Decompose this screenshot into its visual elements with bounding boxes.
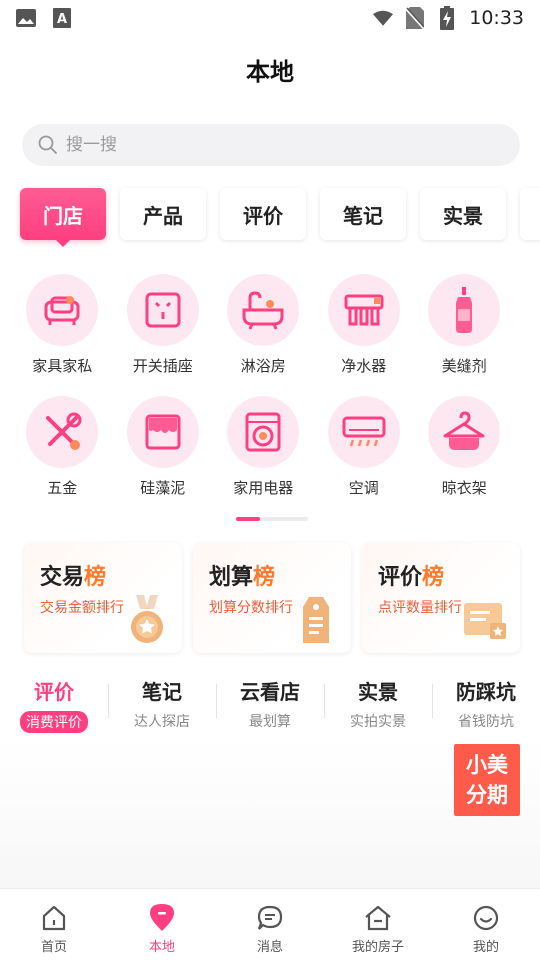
feature-tab-subtitle: 最划算 <box>249 714 291 730</box>
page-indicator-active <box>236 517 260 521</box>
ranking-cards: 交易榜 交易金额排行 划算榜 划算分数排行 评价榜 点评数量排行 <box>24 543 520 653</box>
grid-item-switch-socket[interactable]: 开关插座 <box>113 274 214 376</box>
font-notification-icon: A <box>52 8 72 28</box>
rank-card-value[interactable]: 划算榜 划算分数排行 <box>193 543 351 653</box>
tab-real-scenes[interactable]: 实景 <box>420 188 506 240</box>
tools-icon <box>26 396 99 468</box>
grid-page-indicator <box>236 517 308 521</box>
nav-label: 我的房子 <box>351 940 404 955</box>
grid-label: 晾衣架 <box>441 479 487 497</box>
tab-reviews[interactable]: 评价 <box>220 188 306 240</box>
tab-notes[interactable]: 笔记 <box>320 188 406 240</box>
wifi-icon <box>373 8 394 28</box>
home-icon <box>39 903 69 933</box>
tab-stores[interactable]: 门店 <box>20 188 106 247</box>
rank-title: 划算榜 <box>209 565 276 590</box>
nav-item-local[interactable]: 本地 <box>108 889 216 960</box>
grid-label: 家具家私 <box>32 357 93 375</box>
location-pin-icon <box>147 903 177 933</box>
sofa-icon <box>26 274 99 346</box>
promo-line-2: 分期 <box>466 783 508 807</box>
grid-item-home-appliances[interactable]: 家用电器 <box>213 396 314 498</box>
feature-tab-title: 实景 <box>358 680 398 704</box>
installment-promo-badge[interactable]: 小美 分期 <box>454 744 520 816</box>
grid-item-furniture[interactable]: 家具家私 <box>12 274 113 376</box>
grid-label: 硅藻泥 <box>140 479 186 497</box>
message-icon <box>255 903 285 933</box>
feature-tab-anti-pitfall[interactable]: 防踩坑 省钱防坑 <box>432 676 540 733</box>
grid-item-diatom-mud[interactable]: 硅藻泥 <box>113 396 214 498</box>
tab-more[interactable] <box>520 188 540 240</box>
air-conditioner-icon <box>327 396 400 468</box>
nav-label: 消息 <box>256 940 283 955</box>
search-icon <box>38 135 58 155</box>
wall-paint-icon <box>126 396 199 468</box>
feature-tab-reviews[interactable]: 评价 消费评价 <box>0 676 108 733</box>
socket-icon <box>126 274 199 346</box>
feature-tab-title: 防踩坑 <box>456 680 516 704</box>
feature-tab-title: 笔记 <box>142 680 182 704</box>
rank-card-trade[interactable]: 交易榜 交易金额排行 <box>24 543 182 653</box>
status-bar: A 10:33 <box>0 0 540 36</box>
page-title: 本地 <box>246 58 294 86</box>
rank-title: 评价榜 <box>378 565 445 590</box>
grid-item-hardware[interactable]: 五金 <box>12 396 113 498</box>
grid-label: 开关插座 <box>132 357 193 375</box>
clothes-hanger-icon <box>428 396 501 468</box>
review-card-icon <box>458 593 512 647</box>
bathtub-icon <box>227 274 300 346</box>
svg-text:A: A <box>57 12 67 27</box>
category-grid: 家具家私 开关插座 淋浴房 净水器 美缝剂 五金 硅藻泥 家用电器 空调 晾衣架 <box>12 274 522 498</box>
bottom-nav: 首页 本地 消息 我的房子 我的 <box>0 888 540 960</box>
nav-label: 首页 <box>40 940 67 955</box>
feature-tab-notes[interactable]: 笔记 达人探店 <box>108 676 216 733</box>
grid-item-water-purifier[interactable]: 净水器 <box>314 274 415 376</box>
grid-label: 美缝剂 <box>441 357 487 375</box>
my-house-icon <box>363 903 393 933</box>
search-bar[interactable] <box>22 124 520 166</box>
category-tabs: 门店 产品 评价 笔记 实景 <box>20 188 540 247</box>
image-notification-icon <box>16 8 36 28</box>
nav-item-profile[interactable]: 我的 <box>432 889 540 960</box>
sealant-bottle-icon <box>428 274 501 346</box>
grid-item-air-conditioner[interactable]: 空调 <box>314 396 415 498</box>
grid-label: 淋浴房 <box>240 357 286 375</box>
grid-item-grout-sealant[interactable]: 美缝剂 <box>414 274 515 376</box>
washing-machine-icon <box>227 396 300 468</box>
grid-label: 净水器 <box>341 357 387 375</box>
feature-tab-subtitle: 消费评价 <box>20 711 88 733</box>
feature-tab-title: 评价 <box>34 680 74 704</box>
grid-label: 家用电器 <box>233 479 294 497</box>
status-time: 10:33 <box>469 7 524 29</box>
feature-tab-cloud-store[interactable]: 云看店 最划算 <box>216 676 324 733</box>
grid-label: 五金 <box>47 479 78 497</box>
feature-tabs: 评价 消费评价 笔记 达人探店 云看店 最划算 实景 实拍实景 防踩坑 省钱防坑 <box>0 676 540 733</box>
rank-card-review[interactable]: 评价榜 点评数量排行 <box>362 543 520 653</box>
battery-charging-icon <box>437 6 457 30</box>
feature-tab-subtitle: 省钱防坑 <box>458 714 514 730</box>
feature-tab-subtitle: 达人探店 <box>134 714 190 730</box>
nav-label: 本地 <box>148 940 175 955</box>
search-input[interactable] <box>66 135 466 155</box>
profile-icon <box>471 903 501 933</box>
medal-icon <box>120 593 174 647</box>
tab-products[interactable]: 产品 <box>120 188 206 240</box>
rank-title: 交易榜 <box>40 565 107 590</box>
grid-item-shower-room[interactable]: 淋浴房 <box>213 274 314 376</box>
nav-item-messages[interactable]: 消息 <box>216 889 324 960</box>
no-sim-icon <box>405 7 425 29</box>
nav-item-home[interactable]: 首页 <box>0 889 108 960</box>
promo-line-1: 小美 <box>466 753 508 777</box>
grid-item-clothes-rack[interactable]: 晾衣架 <box>414 396 515 498</box>
nav-label: 我的 <box>472 940 499 955</box>
grid-label: 空调 <box>348 479 379 497</box>
water-purifier-icon <box>327 274 400 346</box>
feature-tab-real-scenes[interactable]: 实景 实拍实景 <box>324 676 432 733</box>
nav-item-my-house[interactable]: 我的房子 <box>324 889 432 960</box>
price-tag-icon <box>289 593 343 647</box>
feature-tab-title: 云看店 <box>240 680 300 704</box>
feature-tab-subtitle: 实拍实景 <box>350 714 406 730</box>
